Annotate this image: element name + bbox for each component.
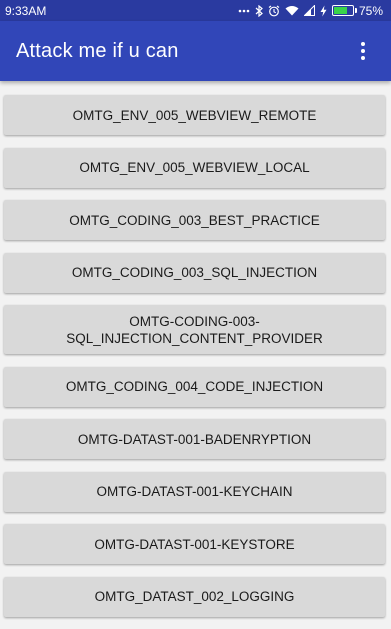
app-bar: Attack me if u can [0,21,391,81]
sql-injection-content-provider-button[interactable]: OMTG-CODING-003- SQL_INJECTION_CONTENT_P… [4,305,385,354]
battery-icon [331,5,357,16]
webview-local-button[interactable]: OMTG_ENV_005_WEBVIEW_LOCAL [4,147,385,188]
keystore-button[interactable]: OMTG-DATAST-001-KEYSTORE [4,524,385,564]
dots-icon [238,9,250,13]
signal-icon [303,5,315,16]
app-title: Attack me if u can [16,39,179,62]
bluetooth-icon [255,4,263,17]
wifi-icon [285,5,299,16]
status-time: 9:33AM [5,3,47,18]
code-injection-button[interactable]: OMTG_CODING_004_CODE_INJECTION [4,366,385,407]
webview-remote-button[interactable]: OMTG_ENV_005_WEBVIEW_REMOTE [4,95,385,135]
status-bar: 9:33AM 75% [0,0,391,21]
battery-percent: 75% [358,3,383,18]
sql-injection-button[interactable]: OMTG_CODING_003_SQL_INJECTION [4,252,385,293]
logging-button[interactable]: OMTG_DATAST_002_LOGGING [4,576,385,617]
alarm-icon [268,5,280,17]
overflow-menu-icon[interactable] [351,37,375,65]
attack-list: OMTG_ENV_005_WEBVIEW_REMOTE OMTG_ENV_005… [4,95,385,629]
bad-encryption-button[interactable]: OMTG-DATAST-001-BADENRYPTION [4,419,385,459]
keychain-button[interactable]: OMTG-DATAST-001-KEYCHAIN [4,471,385,512]
charging-icon [320,5,327,17]
best-practice-button[interactable]: OMTG_CODING_003_BEST_PRACTICE [4,200,385,240]
